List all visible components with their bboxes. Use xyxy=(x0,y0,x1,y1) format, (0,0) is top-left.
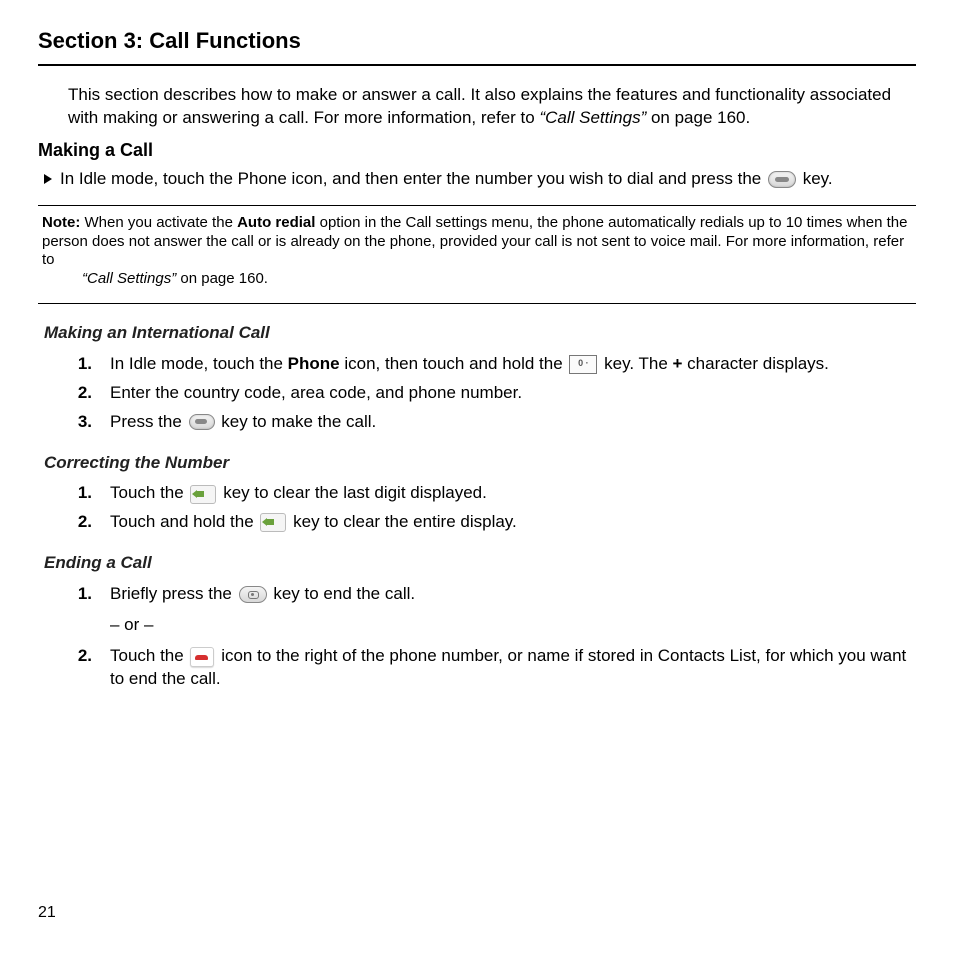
correct-step-1: 1. Touch the key to clear the last digit… xyxy=(72,482,916,505)
zero-key-icon: 0 · xyxy=(569,355,597,374)
correct-heading: Correcting the Number xyxy=(44,452,916,475)
call-settings-ref: “Call Settings” xyxy=(539,108,646,127)
or-separator: – or – xyxy=(110,614,916,637)
hangup-icon xyxy=(190,647,214,667)
ending-heading: Ending a Call xyxy=(44,552,916,575)
section-title: Section 3: Call Functions xyxy=(38,26,916,56)
note-indent: “Call Settings” on page 160. xyxy=(82,270,916,289)
correct-steps: 1. Touch the key to clear the last digit… xyxy=(38,482,916,534)
auto-redial-note: Note: When you activate the Auto redial … xyxy=(42,214,916,289)
making-a-call-heading: Making a Call xyxy=(38,138,916,162)
ending-step-2: 2. Touch the icon to the right of the ph… xyxy=(72,645,916,691)
ending-steps: 1. Briefly press the key to end the call… xyxy=(38,583,916,606)
intl-step-3: 3. Press the key to make the call. xyxy=(72,411,916,434)
auto-redial-bold: Auto redial xyxy=(237,214,315,231)
step-number: 3. xyxy=(72,411,92,434)
intl-step-2: 2. Enter the country code, area code, an… xyxy=(72,382,916,405)
note-ref: “Call Settings” xyxy=(82,270,176,287)
backspace-key-icon xyxy=(260,513,286,532)
note-label: Note: xyxy=(42,214,80,231)
intro-text-a: This section describes how to make or an… xyxy=(68,85,891,127)
manual-page: Section 3: Call Functions This section d… xyxy=(0,0,954,954)
end-key-icon xyxy=(239,586,267,603)
correct-step-2: 2. Touch and hold the key to clear the e… xyxy=(72,511,916,534)
step-number: 2. xyxy=(72,382,92,405)
intl-step-1: 1. In Idle mode, touch the Phone icon, t… xyxy=(72,353,916,376)
note-rule-top xyxy=(38,205,916,206)
title-rule xyxy=(38,64,916,66)
intro-text-b: on page 160. xyxy=(651,108,750,127)
step-number: 1. xyxy=(72,482,92,505)
step-number: 1. xyxy=(72,583,92,606)
making-call-text: In Idle mode, touch the Phone icon, and … xyxy=(60,168,833,191)
step-number: 1. xyxy=(72,353,92,376)
bullet-arrow-icon xyxy=(44,174,52,184)
call-key-icon xyxy=(768,171,796,188)
ending-step-1: 1. Briefly press the key to end the call… xyxy=(72,583,916,606)
step-number: 2. xyxy=(72,645,92,691)
call-key-icon xyxy=(189,414,215,430)
intl-heading: Making an International Call xyxy=(44,322,916,345)
step-number: 2. xyxy=(72,511,92,534)
note-rule-bottom xyxy=(38,303,916,304)
page-number: 21 xyxy=(38,902,56,924)
ending-steps-2: 2. Touch the icon to the right of the ph… xyxy=(38,645,916,691)
backspace-key-icon xyxy=(190,485,216,504)
intl-steps: 1. In Idle mode, touch the Phone icon, t… xyxy=(38,353,916,434)
making-a-call-step: In Idle mode, touch the Phone icon, and … xyxy=(44,168,916,191)
intro-paragraph: This section describes how to make or an… xyxy=(68,84,916,130)
